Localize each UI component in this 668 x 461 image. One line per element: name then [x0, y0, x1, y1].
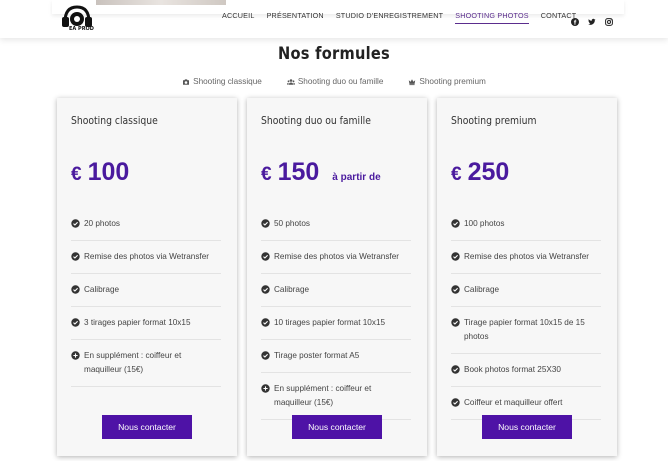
- feature-item: 10 tirages papier format 10x15: [261, 307, 411, 340]
- card-price: € 100: [71, 158, 129, 187]
- feature-item: Calibrage: [451, 274, 601, 307]
- feature-text: Tirage poster format A5: [274, 351, 360, 360]
- feature-text: Remise des photos via Wetransfer: [274, 252, 399, 261]
- feature-item: En supplément : coiffeur et maquilleur (…: [71, 340, 221, 387]
- check-circle-icon: [261, 219, 270, 228]
- section-title: Nos formules: [277, 44, 391, 64]
- tab-shooting-premium[interactable]: Shooting premium: [408, 77, 486, 86]
- currency-symbol: €: [261, 164, 272, 185]
- feature-text: Coiffeur et maquilleur offert: [464, 398, 563, 407]
- twitter-icon[interactable]: [588, 11, 596, 25]
- nav-item-shooting-photos[interactable]: SHOOTING PHOTOS: [455, 11, 529, 24]
- feature-item: Remise des photos via Wetransfer: [71, 241, 221, 274]
- feature-text: 100 photos: [464, 219, 505, 228]
- plus-circle-icon: [71, 351, 80, 360]
- tab-shooting-classique[interactable]: Shooting classique: [182, 77, 262, 86]
- feature-item: Tirage poster format A5: [261, 340, 411, 373]
- feature-list: 100 photos Remise des photos via Wetransf…: [451, 208, 601, 420]
- feature-text: 3 tirages papier format 10x15: [84, 318, 191, 327]
- check-circle-icon: [261, 252, 270, 261]
- card-price: € 250: [451, 158, 509, 187]
- nav-item-presentation[interactable]: PRÉSENTATION: [267, 11, 324, 24]
- feature-text: En supplément : coiffeur et maquilleur (…: [84, 351, 182, 374]
- feature-item: Remise des photos via Wetransfer: [261, 241, 411, 274]
- hero-image-edge: [96, 0, 226, 5]
- check-circle-icon: [71, 252, 80, 261]
- feature-list: 20 photos Remise des photos via Wetransfe…: [71, 208, 221, 387]
- plus-circle-icon: [261, 384, 270, 393]
- check-circle-icon: [451, 398, 460, 407]
- feature-text: En supplément : coiffeur et maquilleur (…: [274, 384, 372, 407]
- feature-item: 20 photos: [71, 208, 221, 241]
- users-icon: [286, 78, 295, 85]
- feature-item: 50 photos: [261, 208, 411, 241]
- main-nav: ACCUEIL PRÉSENTATION STUDIO D'ENREGISTRE…: [222, 11, 588, 24]
- price-suffix: à partir de: [332, 172, 381, 183]
- feature-text: Calibrage: [464, 285, 500, 294]
- check-circle-icon: [451, 365, 460, 374]
- feature-text: Remise des photos via Wetransfer: [464, 252, 589, 261]
- nav-item-studio[interactable]: STUDIO D'ENREGISTREMENT: [336, 11, 443, 24]
- feature-item: 3 tirages papier format 10x15: [71, 307, 221, 340]
- feature-item: Calibrage: [261, 274, 411, 307]
- check-circle-icon: [71, 219, 80, 228]
- feature-list: 50 photos Remise des photos via Wetransfe…: [261, 208, 411, 420]
- nav-item-accueil[interactable]: ACCUEIL: [222, 11, 255, 24]
- feature-text: Calibrage: [84, 285, 120, 294]
- card-title: Shooting premium: [451, 115, 537, 127]
- card-title: Shooting duo ou famille: [261, 115, 371, 127]
- pricing-card-duo: Shooting duo ou famille € 150 à partir d…: [247, 98, 427, 456]
- contact-button[interactable]: Nous contacter: [102, 415, 192, 439]
- facebook-icon[interactable]: [571, 11, 579, 26]
- feature-text: 10 tirages papier format 10x15: [274, 318, 386, 327]
- currency-symbol: €: [71, 164, 82, 185]
- formula-tabs: Shooting classique Shooting duo ou famil…: [0, 77, 668, 86]
- check-circle-icon: [451, 219, 460, 228]
- price-amount: 150: [277, 158, 320, 186]
- contact-button[interactable]: Nous contacter: [482, 415, 572, 439]
- card-price: € 150 à partir de: [261, 158, 381, 187]
- currency-symbol: €: [451, 164, 462, 185]
- feature-text: Calibrage: [274, 285, 310, 294]
- feature-item: En supplément : coiffeur et maquilleur (…: [261, 373, 411, 420]
- check-circle-icon: [261, 285, 270, 294]
- feature-item: Book photos format 25X30: [451, 354, 601, 387]
- feature-text: Book photos format 25X30: [464, 365, 561, 374]
- pricing-card-classique: Shooting classique € 100 20 photos Remise…: [57, 98, 237, 456]
- crown-icon: [409, 78, 416, 85]
- feature-text: 20 photos: [84, 219, 120, 228]
- card-title: Shooting classique: [71, 115, 158, 127]
- check-circle-icon: [71, 285, 80, 294]
- price-amount: 250: [467, 158, 510, 186]
- tab-label: Shooting classique: [193, 77, 262, 86]
- site-header: EA PROD ACCUEIL PRÉSENTATION STUDIO D'EN…: [0, 0, 668, 38]
- camera-icon: [183, 78, 190, 85]
- logo-text: EA PROD: [69, 26, 94, 32]
- check-circle-icon: [451, 318, 460, 327]
- check-circle-icon: [451, 285, 460, 294]
- check-circle-icon: [71, 318, 80, 327]
- check-circle-icon: [451, 252, 460, 261]
- price-amount: 100: [87, 158, 130, 186]
- social-links: [571, 11, 613, 26]
- feature-item: Tirage papier format 10x15 de 15 photos: [451, 307, 601, 354]
- feature-item: 100 photos: [451, 208, 601, 241]
- pricing-card-premium: Shooting premium € 250 100 photos Remise …: [437, 98, 617, 456]
- feature-item: Calibrage: [71, 274, 221, 307]
- instagram-icon[interactable]: [605, 11, 613, 26]
- check-circle-icon: [261, 351, 270, 360]
- check-circle-icon: [261, 318, 270, 327]
- contact-button[interactable]: Nous contacter: [292, 415, 382, 439]
- feature-text: Remise des photos via Wetransfer: [84, 252, 209, 261]
- tab-label: Shooting premium: [419, 77, 486, 86]
- tab-shooting-duo[interactable]: Shooting duo ou famille: [286, 77, 384, 86]
- feature-text: 50 photos: [274, 219, 310, 228]
- tab-label: Shooting duo ou famille: [297, 77, 384, 86]
- feature-item: Remise des photos via Wetransfer: [451, 241, 601, 274]
- feature-text: Tirage papier format 10x15 de 15 photos: [464, 318, 585, 341]
